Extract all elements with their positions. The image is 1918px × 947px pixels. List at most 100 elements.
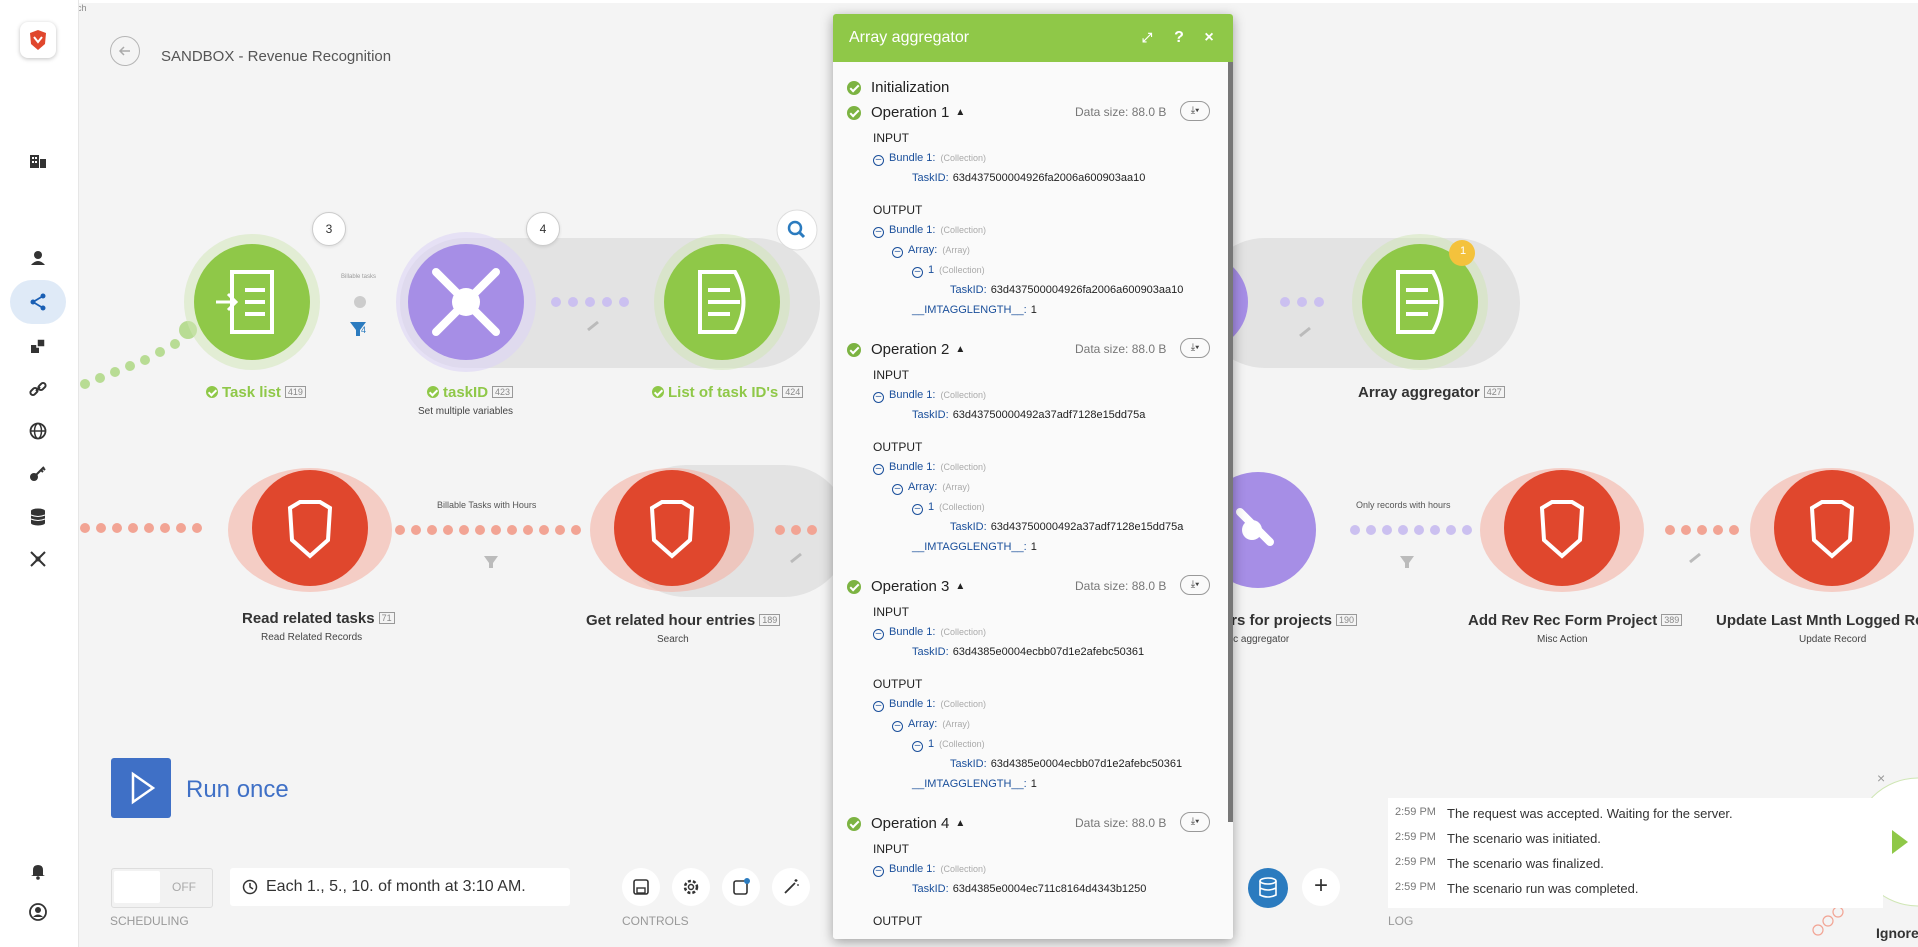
bundle-node[interactable]: – Bundle 1: (Collection) (873, 389, 986, 403)
output-label: OUTPUT (873, 914, 923, 928)
data-size: Data size: 88.0 B (1075, 342, 1167, 356)
ignore-button[interactable]: Ignore (1876, 925, 1918, 941)
scheduling-toggle[interactable]: OFF (111, 868, 213, 908)
input-label: INPUT (873, 605, 909, 619)
wrench-icon[interactable] (1689, 552, 1701, 564)
module-taskid[interactable] (396, 232, 536, 372)
operations-count-bubble[interactable]: 4 (526, 212, 560, 246)
panel-title: Array aggregator (849, 29, 970, 46)
datastore-icon[interactable] (1248, 868, 1288, 908)
check-icon (847, 579, 861, 594)
connection-dots (1350, 525, 1472, 535)
bundle-node[interactable]: – Bundle 1: (Collection) (873, 152, 986, 166)
run-once-button[interactable] (111, 758, 171, 818)
check-icon (847, 80, 861, 95)
collapse-icon: – (873, 155, 884, 166)
schedule-text: Each 1., 5., 10. of month at 3:10 AM. (266, 878, 526, 895)
taskid-field: TaskID: 63d43750000492a37adf7128e15dd75a (950, 521, 1184, 533)
module-task-list[interactable] (184, 234, 320, 370)
filter-icon[interactable] (484, 556, 498, 568)
download-button[interactable]: ⤓▾ (1180, 101, 1210, 121)
collapse-icon: – (873, 392, 884, 403)
module-list-task-ids[interactable] (654, 234, 790, 370)
log-entry: 2:59 PM The request was accepted. Waiting… (1395, 806, 1733, 821)
module-sublabel: Misc Action (1537, 634, 1588, 645)
length-field: __IMTAGGLENGTH__: 1 (912, 541, 1037, 553)
router-dot (354, 296, 366, 308)
item-node[interactable]: –1 (Collection) (912, 501, 985, 515)
filter-icon[interactable] (1400, 556, 1414, 568)
collapse-icon: – (873, 866, 884, 877)
item-node[interactable]: –1 (Collection) (912, 264, 985, 278)
output-label: OUTPUT (873, 677, 923, 691)
array-node[interactable]: – Array: (Array) (892, 244, 970, 258)
bundle-node[interactable]: – Bundle 1: (Collection) (873, 224, 986, 238)
operations-count-bubble[interactable]: 3 (312, 212, 346, 246)
run-once-label[interactable]: Run once (186, 776, 289, 804)
panel-body[interactable]: Initialization Operation 1 ▲ Data size: 8… (833, 62, 1233, 939)
download-button[interactable]: ⤓▾ (1180, 812, 1210, 832)
operation-header[interactable]: Operation 2 ▲ (847, 341, 965, 358)
download-button[interactable]: ⤓▾ (1180, 575, 1210, 595)
module-label: Add Rev Rec Form Project 389 (1468, 612, 1683, 629)
input-label: INPUT (873, 368, 909, 382)
magic-wand-icon[interactable] (772, 868, 810, 906)
data-size: Data size: 88.0 B (1075, 105, 1167, 119)
check-icon (847, 105, 861, 120)
bundle-node[interactable]: – Bundle 1: (Collection) (873, 698, 986, 712)
collapse-icon: – (873, 701, 884, 712)
add-button[interactable]: + (1302, 868, 1340, 906)
collapse-icon: – (873, 629, 884, 640)
save-icon[interactable] (622, 868, 660, 906)
help-icon[interactable]: ? (1169, 28, 1189, 48)
gear-icon[interactable] (672, 868, 710, 906)
log-entry: 2:59 PM The scenario was initiated. (1395, 831, 1601, 846)
log-label: LOG (1388, 914, 1414, 928)
module-label: Array aggregator 427 (1358, 384, 1505, 401)
log-entry: 2:59 PM The scenario was finalized. (1395, 856, 1604, 871)
route-label: Only records with hours (1356, 500, 1451, 510)
panel-scrollbar[interactable] (1228, 62, 1233, 822)
search-icon[interactable] (776, 209, 818, 251)
module-label: Read related tasks 71 (242, 610, 395, 627)
array-aggregator-panel: Array aggregator ⤢ ? × Initialization Op… (833, 14, 1233, 939)
operation-header[interactable]: Operation 1 ▲ (847, 104, 965, 121)
module-label: Get related hour entries 189 (586, 612, 781, 629)
bundle-node[interactable]: – Bundle 1: (Collection) (873, 626, 986, 640)
expand-icon[interactable]: ⤢ (1137, 28, 1157, 48)
check-icon (847, 342, 861, 357)
taskid-field: TaskID: 63d43750000492a37adf7128e15dd75a (912, 409, 1146, 421)
initialization-row: Initialization (847, 79, 949, 96)
module-get-related-hours[interactable] (590, 468, 754, 592)
operation-header[interactable]: Operation 4 ▲ (847, 815, 965, 832)
caret-up-icon: ▲ (955, 818, 966, 829)
data-size: Data size: 88.0 B (1075, 816, 1167, 830)
close-log-icon[interactable]: × (1877, 770, 1885, 786)
bundle-node[interactable]: – Bundle 1: (Collection) (873, 863, 986, 877)
module-add-rev-rec[interactable] (1480, 468, 1644, 592)
taskid-field: TaskID: 63d4385e0004ec711c8164d4343b1250 (912, 883, 1147, 895)
item-node[interactable]: –1 (Collection) (912, 738, 985, 752)
caret-up-icon: ▲ (955, 344, 966, 355)
toggle-state: OFF (172, 880, 196, 894)
module-read-related-tasks[interactable] (228, 468, 392, 592)
module-label: Task list 419 (206, 384, 306, 401)
array-node[interactable]: – Array: (Array) (892, 718, 970, 732)
output-label: OUTPUT (873, 440, 923, 454)
log-entry: 2:59 PM The scenario run was completed. (1395, 881, 1639, 896)
caret-up-icon: ▲ (955, 107, 966, 118)
collapse-icon: – (912, 741, 923, 752)
collapse-icon: – (892, 484, 903, 495)
schedule-setting[interactable]: Each 1., 5., 10. of month at 3:10 AM. (230, 868, 570, 906)
route-label: Billable tasks (341, 274, 377, 280)
operation-header[interactable]: Operation 3 ▲ (847, 578, 965, 595)
close-icon[interactable]: × (1199, 28, 1219, 48)
notes-icon[interactable] (722, 868, 760, 906)
route-label: Billable Tasks with Hours (437, 500, 537, 510)
collapse-icon: – (912, 267, 923, 278)
bundle-node[interactable]: – Bundle 1: (Collection) (873, 461, 986, 475)
download-button[interactable]: ⤓▾ (1180, 338, 1210, 358)
module-update-last[interactable] (1750, 468, 1914, 592)
array-node[interactable]: – Array: (Array) (892, 481, 970, 495)
module-label: taskID 423 (427, 384, 514, 401)
